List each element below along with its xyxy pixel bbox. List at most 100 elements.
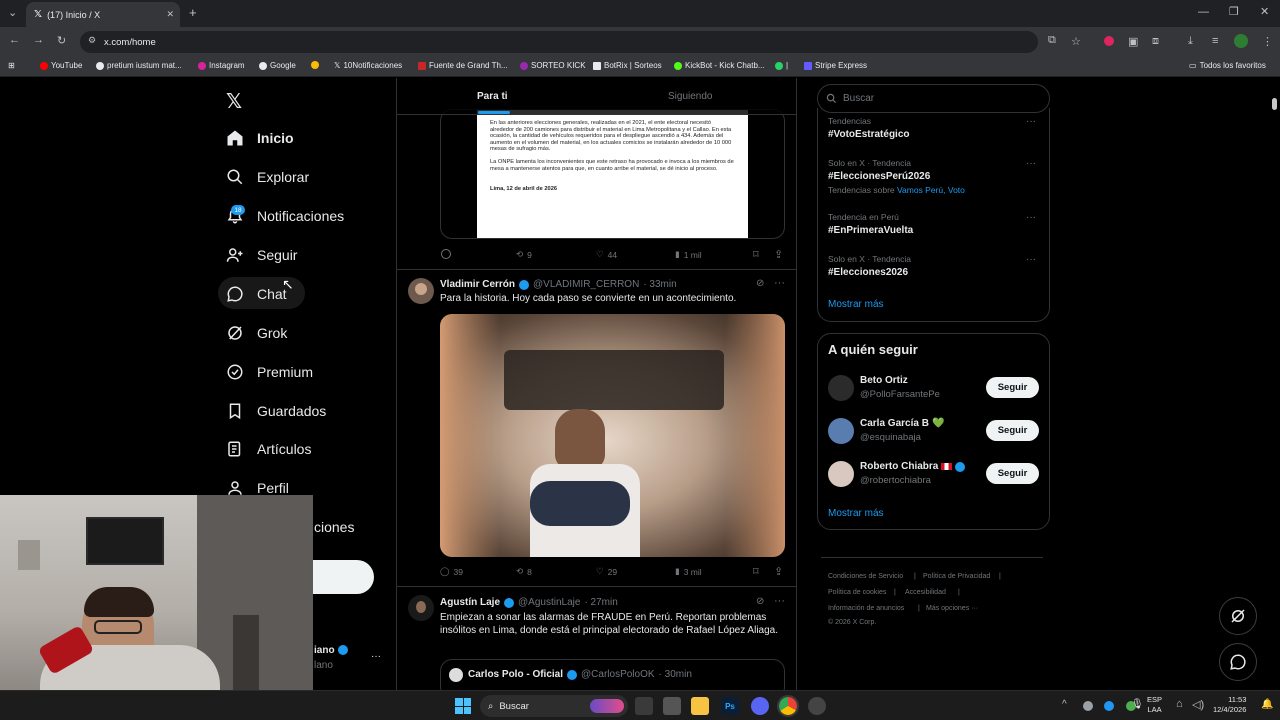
- extension-red-icon[interactable]: [1104, 36, 1114, 46]
- download-icon[interactable]: ⤓: [1188, 35, 1193, 48]
- quoted-post[interactable]: Carlos Polo - Oficial @CarlosPoloOK · 30…: [440, 659, 785, 690]
- bookmark-icon[interactable]: ⌑: [753, 565, 759, 578]
- install-icon[interactable]: ⧉: [1048, 34, 1056, 47]
- trend-item[interactable]: Tendencias #VotoEstratégico: [828, 116, 910, 140]
- share-icon[interactable]: ⇪: [774, 248, 783, 261]
- nav-articles[interactable]: Artículos: [226, 440, 311, 458]
- bookmark-sorteo-kick[interactable]: SORTEO KICK: [520, 61, 586, 70]
- volume-icon[interactable]: ◁): [1192, 698, 1204, 711]
- extension-icon[interactable]: ▣: [1128, 35, 1138, 48]
- minimize-icon[interactable]: —: [1198, 6, 1209, 18]
- bookmark-whatsapp[interactable]: |: [775, 61, 788, 70]
- trend-item[interactable]: Solo en X · Tendencia #EleccionesPerú202…: [828, 158, 965, 195]
- suggestion-name-row[interactable]: Carla García B 💚: [860, 418, 944, 429]
- windows-start-icon[interactable]: [455, 698, 471, 714]
- author-handle[interactable]: @VLADIMIR_CERRON: [533, 279, 639, 290]
- back-icon[interactable]: ←: [9, 34, 20, 46]
- footer-link[interactable]: Información de anuncios: [828, 605, 904, 612]
- suggestion-handle[interactable]: @esquinabaja: [860, 432, 921, 443]
- repost-action[interactable]: ⟲ 9: [516, 249, 532, 260]
- chrome-icon[interactable]: [777, 695, 799, 717]
- bookmark-youtube[interactable]: YouTube: [40, 61, 82, 70]
- author-name[interactable]: Agustín Laje: [440, 597, 500, 608]
- browser-tab[interactable]: 𝕏 (17) Inicio / X ✕: [26, 2, 180, 27]
- avatar[interactable]: [408, 595, 434, 621]
- tab-close-icon[interactable]: ✕: [166, 9, 174, 20]
- like-action[interactable]: ♡ 44: [596, 249, 617, 260]
- show-more-trends-link[interactable]: Mostrar más: [828, 299, 884, 310]
- avatar[interactable]: [828, 461, 854, 487]
- nav-premium[interactable]: Premium: [226, 363, 313, 381]
- language-indicator[interactable]: ESP LAA: [1147, 695, 1162, 715]
- post-time[interactable]: · 33min: [643, 279, 676, 290]
- tab-search-icon[interactable]: ⌄: [8, 6, 17, 19]
- reply-action[interactable]: ◯ 39: [440, 566, 463, 577]
- nav-home[interactable]: Inicio: [226, 129, 294, 147]
- network-icon[interactable]: ⌂: [1176, 698, 1183, 710]
- reply-icon[interactable]: [441, 249, 451, 259]
- bookmark-all-folders[interactable]: ▭ Todos los favoritos: [1189, 61, 1266, 70]
- profile-avatar[interactable]: [1234, 34, 1248, 48]
- trend-more-icon[interactable]: ···: [1026, 116, 1036, 127]
- suggestion-handle[interactable]: @PolloFarsantePe: [860, 389, 940, 400]
- microphone-icon[interactable]: 🎙: [1131, 699, 1144, 710]
- suggestion-name-row[interactable]: Roberto Chiabra: [860, 461, 966, 472]
- grok-icon[interactable]: ⊘: [756, 596, 764, 607]
- footer-link[interactable]: Condiciones de Servicio: [828, 573, 903, 580]
- avatar[interactable]: [408, 278, 434, 304]
- trend-more-icon[interactable]: ···: [1026, 254, 1036, 265]
- avatar[interactable]: [828, 418, 854, 444]
- tab-following[interactable]: Siguiendo: [668, 91, 712, 102]
- clock[interactable]: 11:53 12/4/2026: [1213, 695, 1246, 715]
- site-info-icon[interactable]: ⚙: [88, 35, 96, 46]
- app-icon[interactable]: [663, 697, 681, 715]
- views-action[interactable]: ▮ 3 mil: [675, 566, 702, 577]
- task-view-icon[interactable]: [635, 697, 653, 715]
- footer-link[interactable]: Política de Privacidad: [923, 573, 990, 580]
- reload-icon[interactable]: ↻: [57, 34, 66, 47]
- trend-item[interactable]: Tendencia en Perú #EnPrimeraVuelta: [828, 212, 913, 236]
- tray-chevron-icon[interactable]: ^: [1062, 699, 1067, 710]
- app-icon[interactable]: [808, 697, 826, 715]
- author-name[interactable]: Vladimir Cerrón: [440, 279, 515, 290]
- tray-edge-icon[interactable]: [1104, 701, 1114, 711]
- grok-icon[interactable]: ⊘: [756, 278, 764, 289]
- bookmark-10notificaciones[interactable]: 𝕏 10Notificaciones: [334, 61, 402, 70]
- file-explorer-icon[interactable]: [691, 697, 709, 715]
- bookmark-pretium[interactable]: pretium iustum mat...: [96, 61, 182, 70]
- suggestion-name[interactable]: Beto Ortiz: [860, 375, 908, 386]
- nav-chat[interactable]: Chat: [226, 285, 287, 303]
- bookmark-kickbot[interactable]: KickBot - Kick Chatb...: [674, 61, 765, 70]
- tray-app-icon[interactable]: [1083, 701, 1093, 711]
- media-icon[interactable]: ≡: [1212, 35, 1218, 47]
- account-menu-icon[interactable]: ···: [371, 651, 381, 662]
- discord-icon[interactable]: [751, 697, 769, 715]
- notifications-bell-icon[interactable]: 🔔: [1261, 699, 1273, 710]
- x-logo-icon[interactable]: 𝕏: [226, 89, 242, 114]
- post-media-container[interactable]: En las anteriores elecciones generales, …: [440, 109, 785, 239]
- avatar[interactable]: [828, 375, 854, 401]
- footer-link[interactable]: Más opciones ···: [926, 605, 978, 612]
- follow-button[interactable]: Seguir: [986, 420, 1039, 441]
- repost-action[interactable]: ⟲ 8: [516, 566, 532, 577]
- trend-more-icon[interactable]: ···: [1026, 158, 1036, 169]
- nav-grok[interactable]: Grok: [226, 324, 287, 342]
- page-scrollbar[interactable]: [1272, 98, 1277, 110]
- bookmark-botrix[interactable]: BotRix | Sorteos: [593, 61, 662, 70]
- bookmark-google[interactable]: Google: [259, 61, 296, 70]
- chat-float-button[interactable]: [1219, 643, 1257, 681]
- views-action[interactable]: ▮ 1 mil: [675, 249, 702, 260]
- browser-menu-icon[interactable]: ⋮: [1262, 35, 1273, 48]
- bookmark-star-icon[interactable]: ☆: [1071, 35, 1081, 48]
- apps-grid-icon[interactable]: ⊞: [8, 61, 15, 70]
- address-bar[interactable]: ⚙ x.com/home ⧉: [80, 31, 1056, 53]
- tab-for-you[interactable]: Para ti: [477, 91, 508, 102]
- footer-link[interactable]: Accesibilidad: [905, 589, 946, 596]
- follow-button[interactable]: Seguir: [986, 463, 1039, 484]
- maximize-icon[interactable]: ❐: [1229, 5, 1239, 18]
- follow-button[interactable]: Seguir: [986, 377, 1039, 398]
- show-more-follow-link[interactable]: Mostrar más: [828, 508, 884, 519]
- bookmark-colorful[interactable]: [311, 61, 319, 69]
- nav-bookmarks[interactable]: Guardados: [226, 402, 326, 420]
- photoshop-icon[interactable]: Ps: [721, 697, 739, 715]
